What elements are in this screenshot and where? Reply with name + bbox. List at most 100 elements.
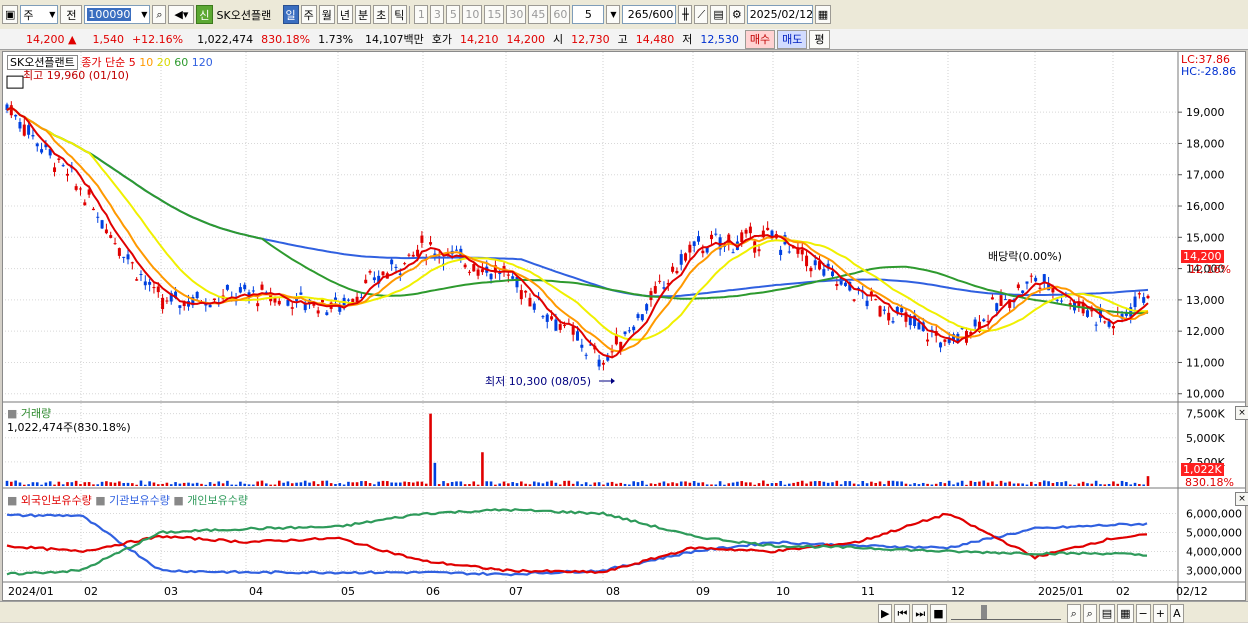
- zoom-in-icon[interactable]: ⌕: [1066, 604, 1081, 623]
- sell-button[interactable]: 매도: [777, 29, 808, 49]
- x-tick-label: 08: [606, 585, 620, 598]
- print-icon[interactable]: ▦: [1117, 604, 1134, 623]
- candle-body: [346, 299, 350, 301]
- count-field[interactable]: 265/600: [622, 5, 677, 24]
- chevron-down-icon[interactable]: ▼: [606, 5, 621, 24]
- volume-bar: [118, 481, 121, 486]
- volume-bar: [498, 483, 502, 486]
- volume-bar: [926, 483, 929, 486]
- volume-bar: [999, 480, 1003, 486]
- copy-icon[interactable]: ▤: [1098, 604, 1116, 623]
- volume-bar: [865, 483, 869, 486]
- stock-name: SK오션플랜: [216, 8, 272, 22]
- volume-bar: [727, 483, 731, 486]
- candle-body: [53, 167, 57, 172]
- volume-bar: [74, 480, 78, 486]
- interval-input[interactable]: 5: [572, 5, 605, 24]
- candle-body: [74, 186, 78, 190]
- candle-body: [744, 229, 748, 234]
- calendar-icon[interactable]: ▦: [814, 5, 832, 24]
- candle-body: [416, 249, 420, 257]
- volume-bar: [978, 481, 981, 486]
- volume-bar: [852, 483, 856, 486]
- candle-type-icon[interactable]: ╫: [678, 5, 693, 24]
- candle-body: [878, 306, 882, 317]
- save-icon[interactable]: ▤: [710, 5, 727, 24]
- candle-body: [22, 124, 26, 136]
- stock-chart[interactable]: 2024/01 02 03 04 05 06 07 08 09 10 11 12 2025/01 02 02…: [3, 52, 1245, 600]
- volume-bar: [688, 482, 692, 486]
- y-tick-label: 11,000: [1186, 356, 1225, 369]
- prev-button[interactable]: 전: [60, 5, 83, 24]
- interval-button-15[interactable]: 15: [484, 5, 505, 24]
- ask-label: 호가: [431, 33, 453, 46]
- interval-button-1[interactable]: 1: [414, 5, 429, 24]
- up-triangle-icon: ▲: [68, 32, 77, 46]
- interval-button-3[interactable]: 3: [430, 5, 445, 24]
- candle-body: [835, 284, 839, 287]
- volume-bar: [550, 480, 553, 486]
- zoom-slider[interactable]: [950, 605, 1061, 620]
- volume-bar: [420, 481, 424, 486]
- buy-button[interactable]: 매수: [744, 29, 776, 49]
- period-tab-3[interactable]: 년: [336, 5, 354, 24]
- volume-bar: [736, 481, 739, 486]
- volume-bar: [809, 481, 813, 486]
- candle-body: [1133, 296, 1137, 308]
- settings-gear-icon[interactable]: ⚙: [728, 5, 745, 24]
- chart-area[interactable]: 2024/01 02 03 04 05 06 07 08 09 10 11 12 2025/01 02 02…: [2, 51, 1248, 601]
- interval-button-10[interactable]: 10: [462, 5, 483, 24]
- volume-bar: [1064, 481, 1068, 486]
- search-icon[interactable]: ⌕: [152, 5, 167, 24]
- interval-button-30[interactable]: 30: [506, 5, 527, 24]
- volume-bar: [169, 484, 173, 486]
- volume-bar: [342, 484, 346, 486]
- x-tick-label: 07: [509, 585, 523, 598]
- period-tab-5[interactable]: 초: [373, 5, 390, 24]
- period-tab-0[interactable]: 일: [282, 5, 299, 24]
- period-tab-6[interactable]: 틱: [391, 5, 408, 24]
- candle-body: [143, 281, 147, 286]
- interval-button-45[interactable]: 45: [528, 5, 549, 24]
- minus-icon[interactable]: −: [1135, 604, 1151, 623]
- sound-icon[interactable]: ◀▾: [168, 5, 195, 24]
- layout-icon[interactable]: ▣: [2, 5, 19, 24]
- period-tab-1[interactable]: 주: [300, 5, 317, 24]
- font-icon[interactable]: A: [1169, 604, 1184, 623]
- pane-close-icon[interactable]: ×: [1235, 406, 1248, 420]
- volume-bar: [917, 484, 921, 486]
- volume-bar: [800, 480, 804, 486]
- period-tab-2[interactable]: 월: [318, 5, 335, 24]
- market-select[interactable]: 주 ▼: [20, 5, 59, 24]
- eval-button[interactable]: 평: [809, 29, 830, 49]
- date-input[interactable]: 2025/02/12: [746, 5, 813, 24]
- draw-tool-icon[interactable]: ⟋: [694, 5, 709, 24]
- interval-button-5[interactable]: 5: [446, 5, 461, 24]
- play-icon[interactable]: ▶: [878, 604, 893, 623]
- pane-close-icon[interactable]: ×: [1235, 492, 1248, 506]
- plus-icon[interactable]: +: [1152, 604, 1168, 623]
- candle-body: [705, 247, 709, 253]
- volume-bar: [1116, 483, 1120, 486]
- moving-average-ma60: [6, 106, 1149, 315]
- volume-bar: [1038, 482, 1042, 486]
- interval-button-60[interactable]: 60: [550, 5, 571, 24]
- volume-bar: [144, 484, 147, 486]
- rewind-icon[interactable]: ⏮: [894, 604, 911, 623]
- volume-bar: [174, 482, 177, 486]
- candle-body: [1029, 275, 1033, 277]
- zoom-out-icon[interactable]: ⌕: [1082, 604, 1097, 623]
- candle-body: [91, 208, 95, 211]
- stop-icon[interactable]: ■: [930, 604, 947, 623]
- volume-bar: [913, 483, 916, 486]
- volume-bar: [485, 481, 489, 486]
- stock-code-input[interactable]: 100090 ▼: [84, 5, 151, 24]
- period-tab-4[interactable]: 분: [355, 5, 372, 24]
- volume-bar: [381, 480, 385, 486]
- volume-bar: [584, 482, 588, 486]
- fast-forward-icon[interactable]: ⏭: [912, 604, 929, 623]
- volume-bar: [645, 484, 648, 486]
- volume-bar: [1008, 481, 1011, 486]
- volume-bar: [113, 482, 117, 486]
- zoom-slider-thumb[interactable]: [980, 605, 987, 619]
